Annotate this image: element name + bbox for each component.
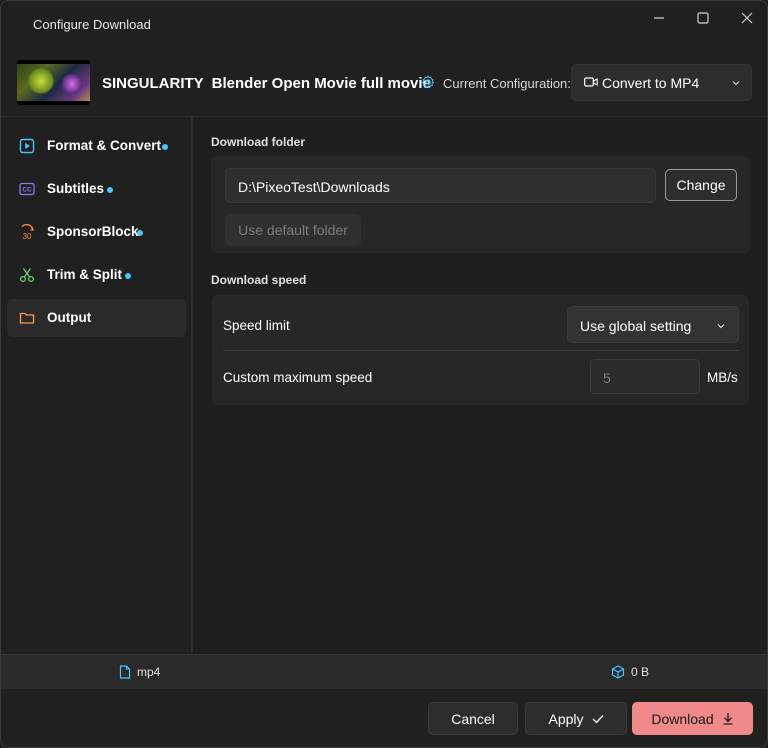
folder-icon: [19, 312, 35, 324]
close-icon: [741, 12, 753, 24]
download-label: Download: [651, 710, 714, 727]
cancel-label: Cancel: [451, 710, 495, 727]
download-arrow-icon: [723, 713, 733, 725]
subtitles-icon: CC: [19, 182, 35, 196]
status-format: mp4: [119, 665, 160, 679]
speed-limit-dropdown[interactable]: Use global setting: [567, 306, 739, 343]
window-title: Configure Download: [33, 17, 151, 32]
sidebar-item-output[interactable]: Output: [7, 299, 186, 337]
minimize-button[interactable]: [637, 7, 681, 29]
current-configuration-label: Current Configuration:: [443, 76, 571, 91]
gear-icon: [421, 75, 435, 89]
sidebar-item-label: Subtitles: [47, 181, 105, 196]
video-header: SINGULARITY Blender Open Movie full movie…: [1, 49, 767, 117]
sidebar-item-format-convert[interactable]: Format & Convert: [7, 127, 186, 165]
download-path-value: D:\PixeoTest\Downloads: [238, 179, 390, 195]
svg-text:CC: CC: [22, 187, 32, 194]
maximize-icon: [697, 12, 709, 24]
custom-max-speed-input[interactable]: 5: [590, 359, 700, 394]
status-size: 0 B: [611, 665, 649, 679]
use-default-folder-button[interactable]: Use default folder: [225, 214, 361, 246]
sponsorblock-icon: 30: [21, 224, 35, 240]
scissors-icon: [19, 268, 35, 283]
custom-max-speed-value: 5: [603, 370, 611, 386]
title-bar: Configure Download: [1, 1, 767, 49]
sidebar: Format & Convert CC Subtitles 30 Sponsor…: [1, 117, 191, 653]
sidebar-item-sponsorblock[interactable]: 30 SponsorBlock: [7, 213, 186, 251]
configuration-dropdown[interactable]: Convert to MP4: [571, 64, 752, 101]
download-path-field[interactable]: D:\PixeoTest\Downloads: [225, 168, 656, 203]
maximize-button[interactable]: [681, 7, 725, 29]
cancel-button[interactable]: Cancel: [428, 702, 518, 735]
status-format-value: mp4: [137, 665, 161, 679]
sidebar-item-label: Output: [47, 310, 92, 325]
svg-text:30: 30: [23, 232, 32, 240]
status-size-value: 0 B: [631, 665, 650, 679]
video-thumbnail: [17, 60, 90, 105]
dialog-footer: Cancel Apply Download: [1, 689, 767, 747]
sidebar-item-label: Format & Convert: [47, 138, 162, 153]
speed-limit-label: Speed limit: [223, 318, 290, 333]
status-dot: [162, 144, 168, 150]
video-title: SINGULARITY Blender Open Movie full movie: [102, 75, 431, 92]
video-title-sub: Blender Open Movie full movie: [211, 75, 431, 92]
status-dot: [107, 187, 113, 193]
status-bar: mp4 0 B: [1, 654, 767, 689]
minimize-icon: [654, 17, 664, 19]
configuration-value: Convert to MP4: [602, 75, 700, 91]
custom-max-speed-label: Custom maximum speed: [223, 370, 373, 385]
apply-label: Apply: [548, 710, 584, 727]
video-icon: [584, 77, 598, 87]
chevron-down-icon: [717, 324, 725, 329]
download-button[interactable]: Download: [632, 702, 753, 735]
change-folder-button[interactable]: Change: [665, 169, 737, 201]
status-dot: [125, 273, 131, 279]
download-folder-heading: Download folder: [211, 135, 305, 149]
checkmark-icon: [592, 714, 603, 723]
chevron-down-icon: [732, 81, 740, 86]
file-icon: [119, 665, 131, 679]
sidebar-item-trim-split[interactable]: Trim & Split: [7, 256, 186, 294]
sidebar-item-subtitles[interactable]: CC Subtitles: [7, 170, 186, 208]
sidebar-item-label: SponsorBlock: [47, 224, 139, 239]
format-icon: [19, 138, 35, 154]
video-title-main: SINGULARITY: [102, 75, 204, 92]
download-speed-heading: Download speed: [211, 273, 307, 287]
sidebar-item-label: Trim & Split: [47, 267, 123, 282]
row-divider: [223, 350, 739, 351]
close-button[interactable]: [725, 7, 767, 29]
configure-download-window: Configure Download SINGULARITY Blender Op…: [0, 0, 768, 748]
cube-icon: [611, 665, 625, 679]
apply-button[interactable]: Apply: [525, 702, 627, 735]
status-dot: [137, 230, 143, 236]
speed-unit-label: MB/s: [707, 370, 738, 385]
speed-limit-value: Use global setting: [580, 318, 692, 334]
